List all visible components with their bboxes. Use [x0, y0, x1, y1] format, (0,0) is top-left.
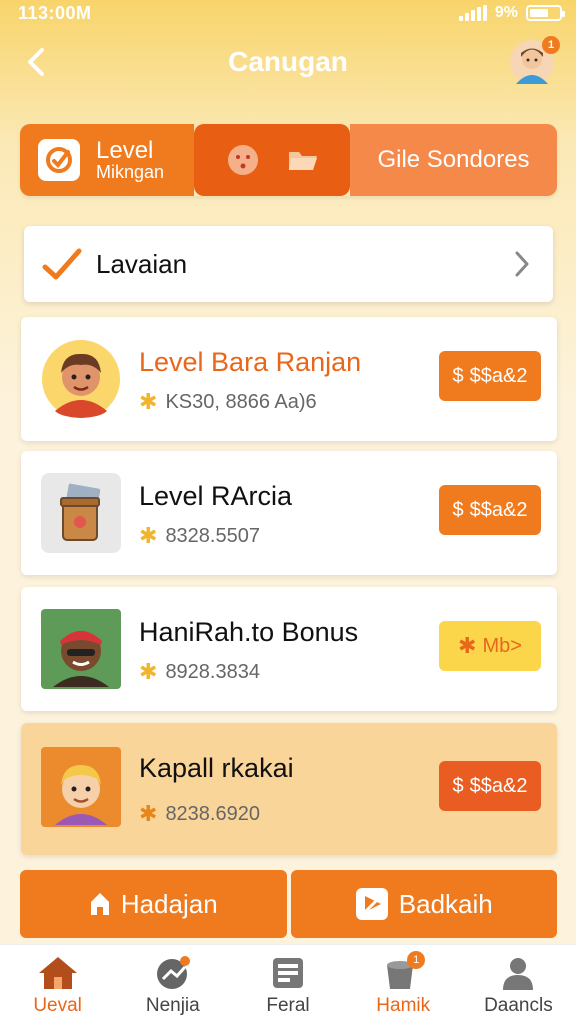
notification-badge: 1: [542, 36, 560, 54]
segment-level-sub: Mikngan: [96, 162, 165, 183]
page-title: Canugan: [228, 46, 348, 77]
profile-avatar[interactable]: 1: [510, 36, 560, 84]
document-icon: [273, 958, 303, 988]
folder-icon: [288, 152, 317, 170]
badkaih-button[interactable]: Badkaih: [290, 870, 557, 938]
item-action-button[interactable]: $ $$a&2: [439, 351, 541, 401]
coin-icon: $: [452, 774, 464, 797]
hadajan-button[interactable]: Hadajan: [20, 870, 287, 938]
signal-icon: [458, 5, 487, 21]
segment-bar: Level Mikngan Gile Sondores: [20, 124, 557, 196]
badkaih-label: Badkaih: [398, 888, 493, 919]
item-meta-value: 8328.5507: [165, 524, 260, 547]
section-row[interactable]: Lavaian: [24, 226, 553, 302]
star-icon: ✱: [139, 523, 158, 548]
action-bar: Hadajan Badkaih: [20, 870, 557, 938]
list-item[interactable]: Level RArcia ✱ 8328.5507 $ $$a&2: [21, 451, 557, 575]
segment-level-text: Level Mikngan: [96, 138, 164, 182]
tab-hamik[interactable]: 1 Hamik: [346, 945, 461, 1024]
item-meta-value: KS30, 8866 Aa)6: [165, 390, 317, 413]
checkmark-icon: [42, 248, 82, 280]
character-avatar-icon: [42, 340, 120, 418]
item-meta: ✱ KS30, 8866 Aa)6: [139, 389, 317, 415]
item-meta: ✱ 8928.3834: [139, 659, 260, 685]
character-avatar-icon: [43, 749, 119, 825]
item-meta: ✱ 8328.5507: [139, 523, 260, 549]
item-thumbnail: [41, 473, 121, 553]
item-action-label: $$a&2: [469, 364, 528, 387]
tab-feral[interactable]: Feral: [230, 945, 345, 1024]
tab-label: Ueval: [33, 995, 82, 1016]
target-icon: [38, 139, 80, 181]
segment-middle[interactable]: [194, 124, 350, 196]
hadajan-label: Hadajan: [120, 888, 218, 919]
item-action-button[interactable]: $ $$a&2: [439, 485, 541, 535]
segment-level[interactable]: Level Mikngan: [20, 124, 194, 196]
tab-hamik-icon-wrap: 1: [383, 951, 426, 991]
coin-icon: $: [452, 498, 464, 521]
home-icon: [38, 957, 77, 989]
tab-daancls[interactable]: Daancls: [461, 945, 576, 1024]
star-icon: ✱: [458, 633, 477, 658]
segment-level-title: Level: [96, 136, 154, 164]
status-indicators: 9%: [458, 4, 565, 22]
item-action-label: $$a&2: [469, 774, 528, 797]
star-icon: ✱: [139, 801, 158, 826]
chevron-right-icon: [515, 251, 529, 277]
list-item[interactable]: Kapall rkakai ✱ 8238.6920 $ $$a&2: [21, 723, 557, 855]
home-icon: [90, 893, 109, 915]
section-label: Lavaian: [96, 248, 188, 279]
tab-label: Daancls: [484, 995, 553, 1016]
item-title: HaniRah.to Bonus: [139, 617, 359, 647]
user-icon: [503, 958, 534, 990]
item-title: Kapall rkakai: [139, 753, 294, 783]
item-title: Level RArcia: [139, 481, 293, 511]
list-item[interactable]: Level Bara Ranjan ✱ KS30, 8866 Aa)6 $ $$…: [21, 317, 557, 441]
item-action-button[interactable]: ✱ Mb>: [439, 621, 541, 671]
face-icon: [227, 145, 258, 175]
list-item[interactable]: HaniRah.to Bonus ✱ 8928.3834 ✱ Mb>: [21, 587, 557, 711]
status-bar: 113:00M 9%: [0, 0, 576, 28]
status-time: 113:00M: [18, 3, 92, 23]
avatar: [41, 339, 121, 419]
app-header: Canugan 1: [0, 28, 576, 100]
character-avatar-icon: [43, 611, 119, 687]
battery-icon: [526, 5, 565, 21]
item-meta: ✱ 8238.6920: [139, 801, 260, 827]
battery-percent: 9%: [494, 4, 518, 21]
chart-icon: [156, 956, 190, 989]
jar-icon: [60, 483, 101, 541]
tab-ueval[interactable]: Ueval: [0, 945, 115, 1024]
tab-nenjia[interactable]: Nenjia: [115, 945, 230, 1024]
tab-label: Nenjia: [145, 995, 200, 1016]
item-action-label: $$a&2: [469, 498, 528, 521]
item-thumbnail: [41, 747, 121, 827]
tab-label: Hamik: [376, 995, 431, 1016]
bottom-tab-bar: Ueval Nenjia Feral 1 Hamik Daancls: [0, 944, 576, 1024]
tab-label: Feral: [266, 995, 310, 1016]
item-meta-value: 8238.6920: [165, 802, 260, 825]
segment-right[interactable]: Gile Sondores: [350, 124, 557, 196]
star-icon: ✱: [139, 389, 158, 414]
item-action-label: Mb>: [482, 634, 522, 657]
item-action-button[interactable]: $ $$a&2: [439, 761, 541, 811]
star-icon: ✱: [139, 659, 158, 684]
tab-badge: 1: [407, 951, 426, 969]
item-title: Level Bara Ranjan: [139, 347, 362, 377]
item-thumbnail: [41, 609, 121, 689]
item-meta-value: 8928.3834: [165, 660, 260, 683]
coin-icon: $: [452, 364, 464, 387]
play-icon: [355, 888, 388, 920]
